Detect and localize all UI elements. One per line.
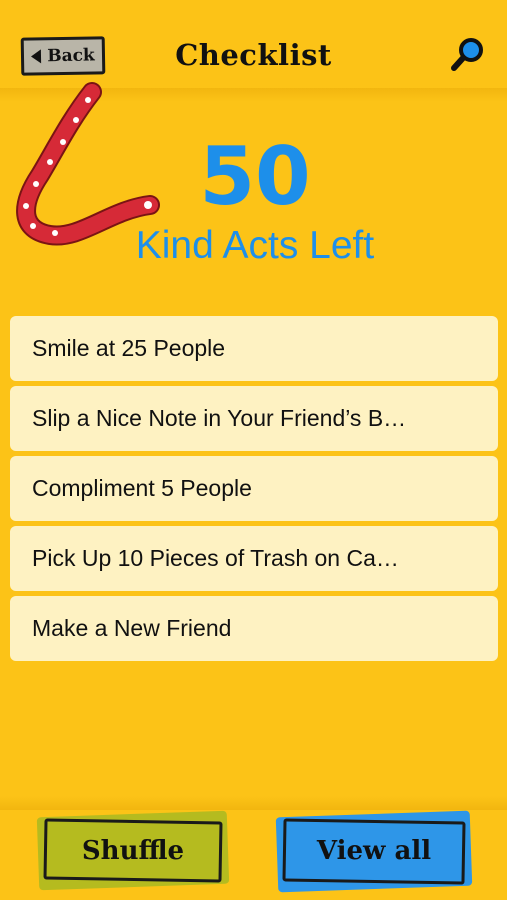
kind-acts-label: Kind Acts Left	[135, 224, 375, 267]
kind-acts-count: 50	[199, 130, 311, 223]
checklist-item[interactable]: Make a New Friend	[10, 596, 498, 661]
view-all-button[interactable]: View all	[275, 810, 473, 893]
search-icon[interactable]	[448, 34, 488, 74]
checklist: Smile at 25 People Slip a Nice Note in Y…	[10, 316, 498, 666]
shuffle-button[interactable]: Shuffle	[36, 810, 230, 891]
view-all-button-label: View all	[316, 836, 432, 866]
checklist-item[interactable]: Compliment 5 People	[10, 456, 498, 521]
checklist-item[interactable]: Slip a Nice Note in Your Friend’s B…	[10, 386, 498, 451]
header-bar: Back Checklist	[0, 0, 507, 92]
footer-shadow	[0, 796, 507, 810]
shuffle-button-label: Shuffle	[81, 836, 185, 866]
page-title: Checklist	[175, 38, 332, 72]
checklist-item[interactable]: Smile at 25 People	[10, 316, 498, 381]
checklist-item[interactable]: Pick Up 10 Pieces of Trash on Ca…	[10, 526, 498, 591]
